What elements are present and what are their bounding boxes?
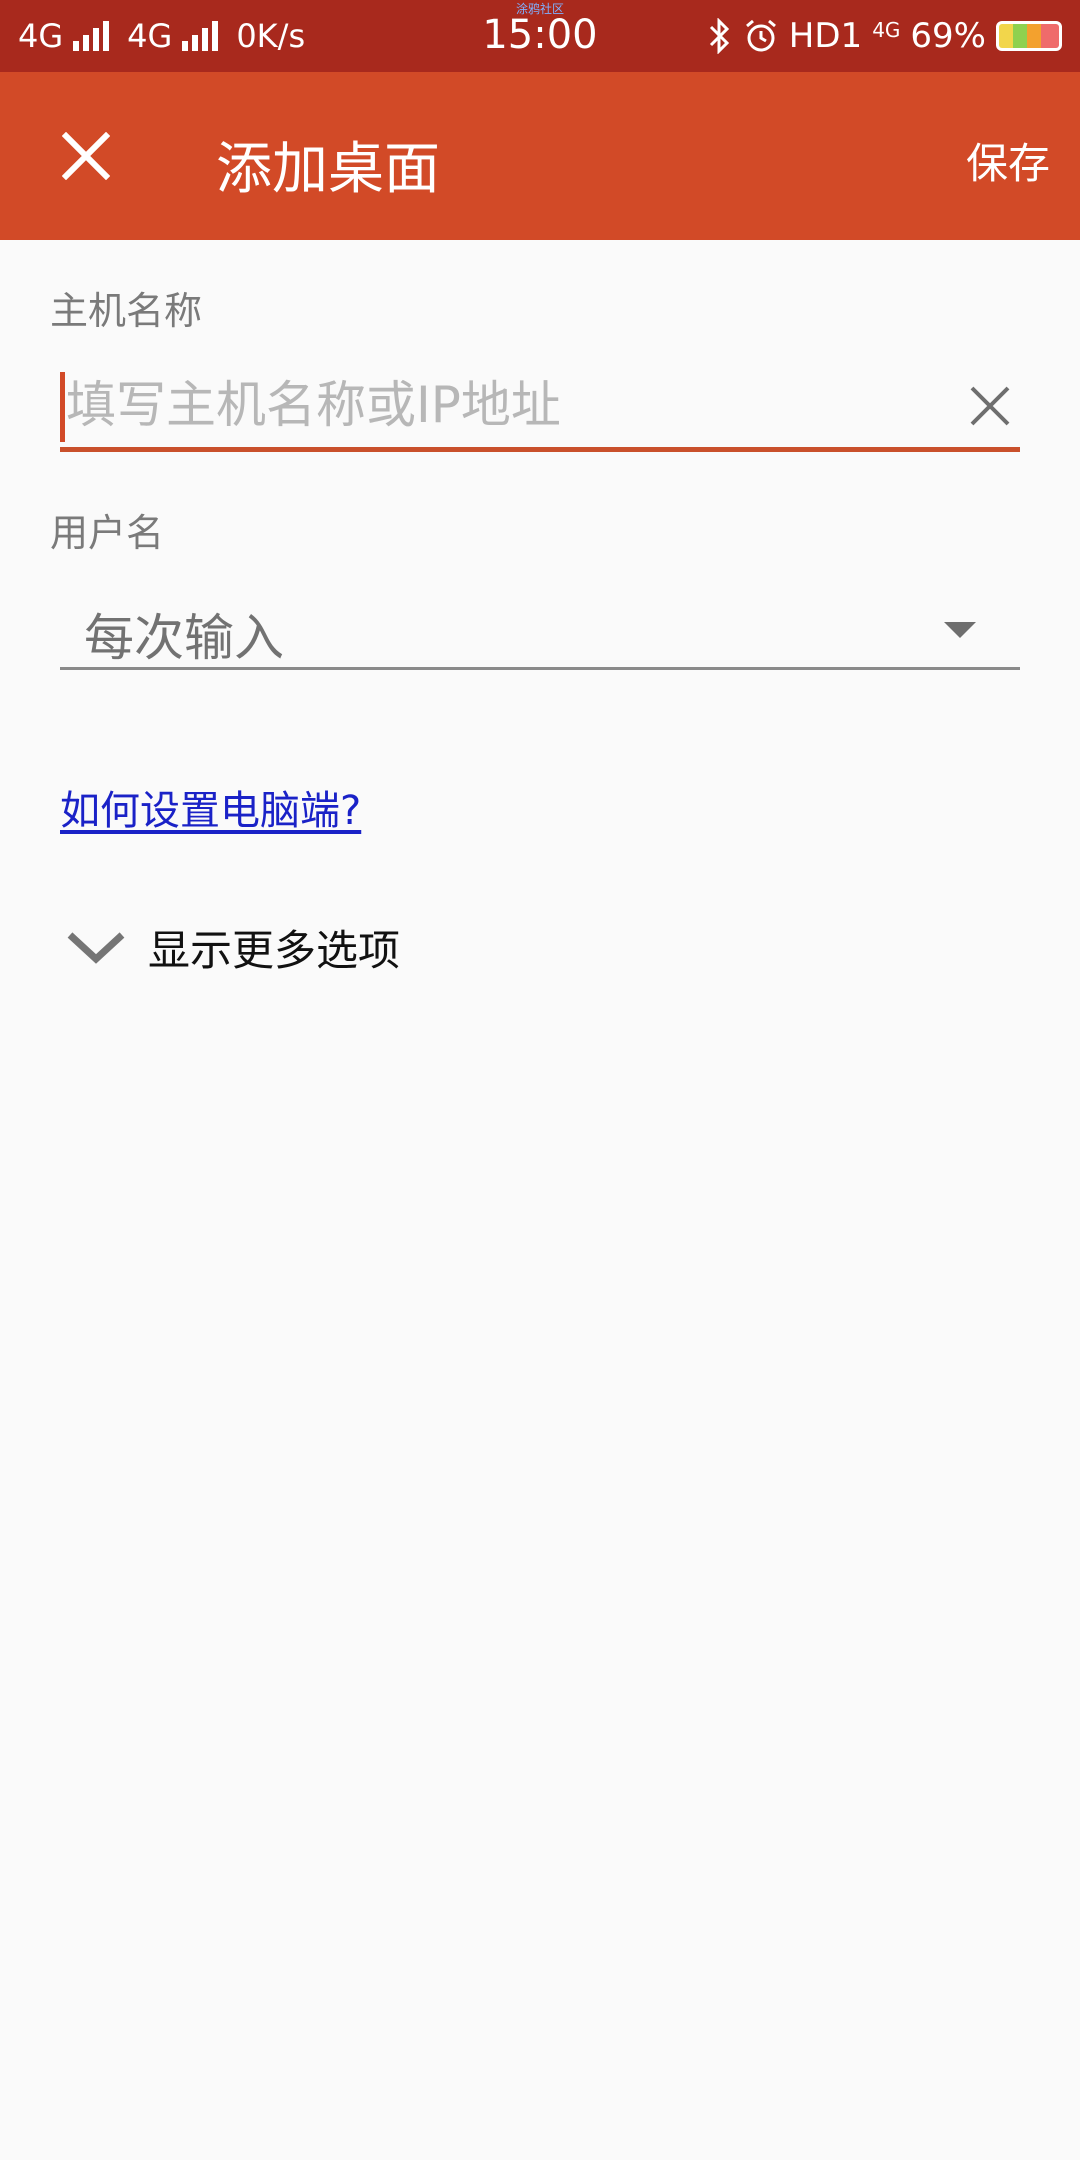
- clear-icon: [970, 386, 1010, 426]
- save-button[interactable]: 保存: [966, 130, 1050, 191]
- setup-help-link[interactable]: 如何设置电脑端?: [60, 778, 361, 836]
- bluetooth-icon: [709, 18, 729, 54]
- show-more-options-toggle[interactable]: 显示更多选项: [60, 912, 400, 982]
- chevron-down-icon: [67, 932, 125, 964]
- dropdown-icon: [944, 622, 976, 638]
- page-title: 添加桌面: [216, 137, 440, 202]
- show-more-options-label: 显示更多选项: [148, 925, 401, 975]
- hd-indicator: HD1: [788, 16, 863, 56]
- alarm-icon: [745, 19, 776, 52]
- status-right: HD1 4G 69%: [707, 14, 1062, 58]
- battery-percent: 69%: [910, 16, 986, 56]
- host-name-field: [60, 362, 1020, 452]
- clear-button[interactable]: [960, 376, 1020, 436]
- close-icon: [62, 132, 110, 180]
- host-name-underline: [60, 447, 1020, 452]
- host-name-input[interactable]: [66, 370, 926, 440]
- app-bar: 添加桌面 保存: [0, 72, 1080, 240]
- close-button[interactable]: [40, 110, 132, 202]
- status-bar: 涂鸦社区 4G 4G 0K/s 15:00 HD1 4G 69%: [0, 0, 1080, 72]
- host-name-label: 主机名称: [50, 289, 203, 333]
- text-cursor: [60, 372, 65, 442]
- username-value: 每次输入: [84, 609, 284, 667]
- battery-icon: [996, 21, 1062, 51]
- username-label: 用户名: [50, 511, 165, 555]
- username-dropdown[interactable]: 每次输入: [60, 584, 1020, 670]
- username-underline: [60, 667, 1020, 670]
- network-small: 4G: [872, 18, 901, 42]
